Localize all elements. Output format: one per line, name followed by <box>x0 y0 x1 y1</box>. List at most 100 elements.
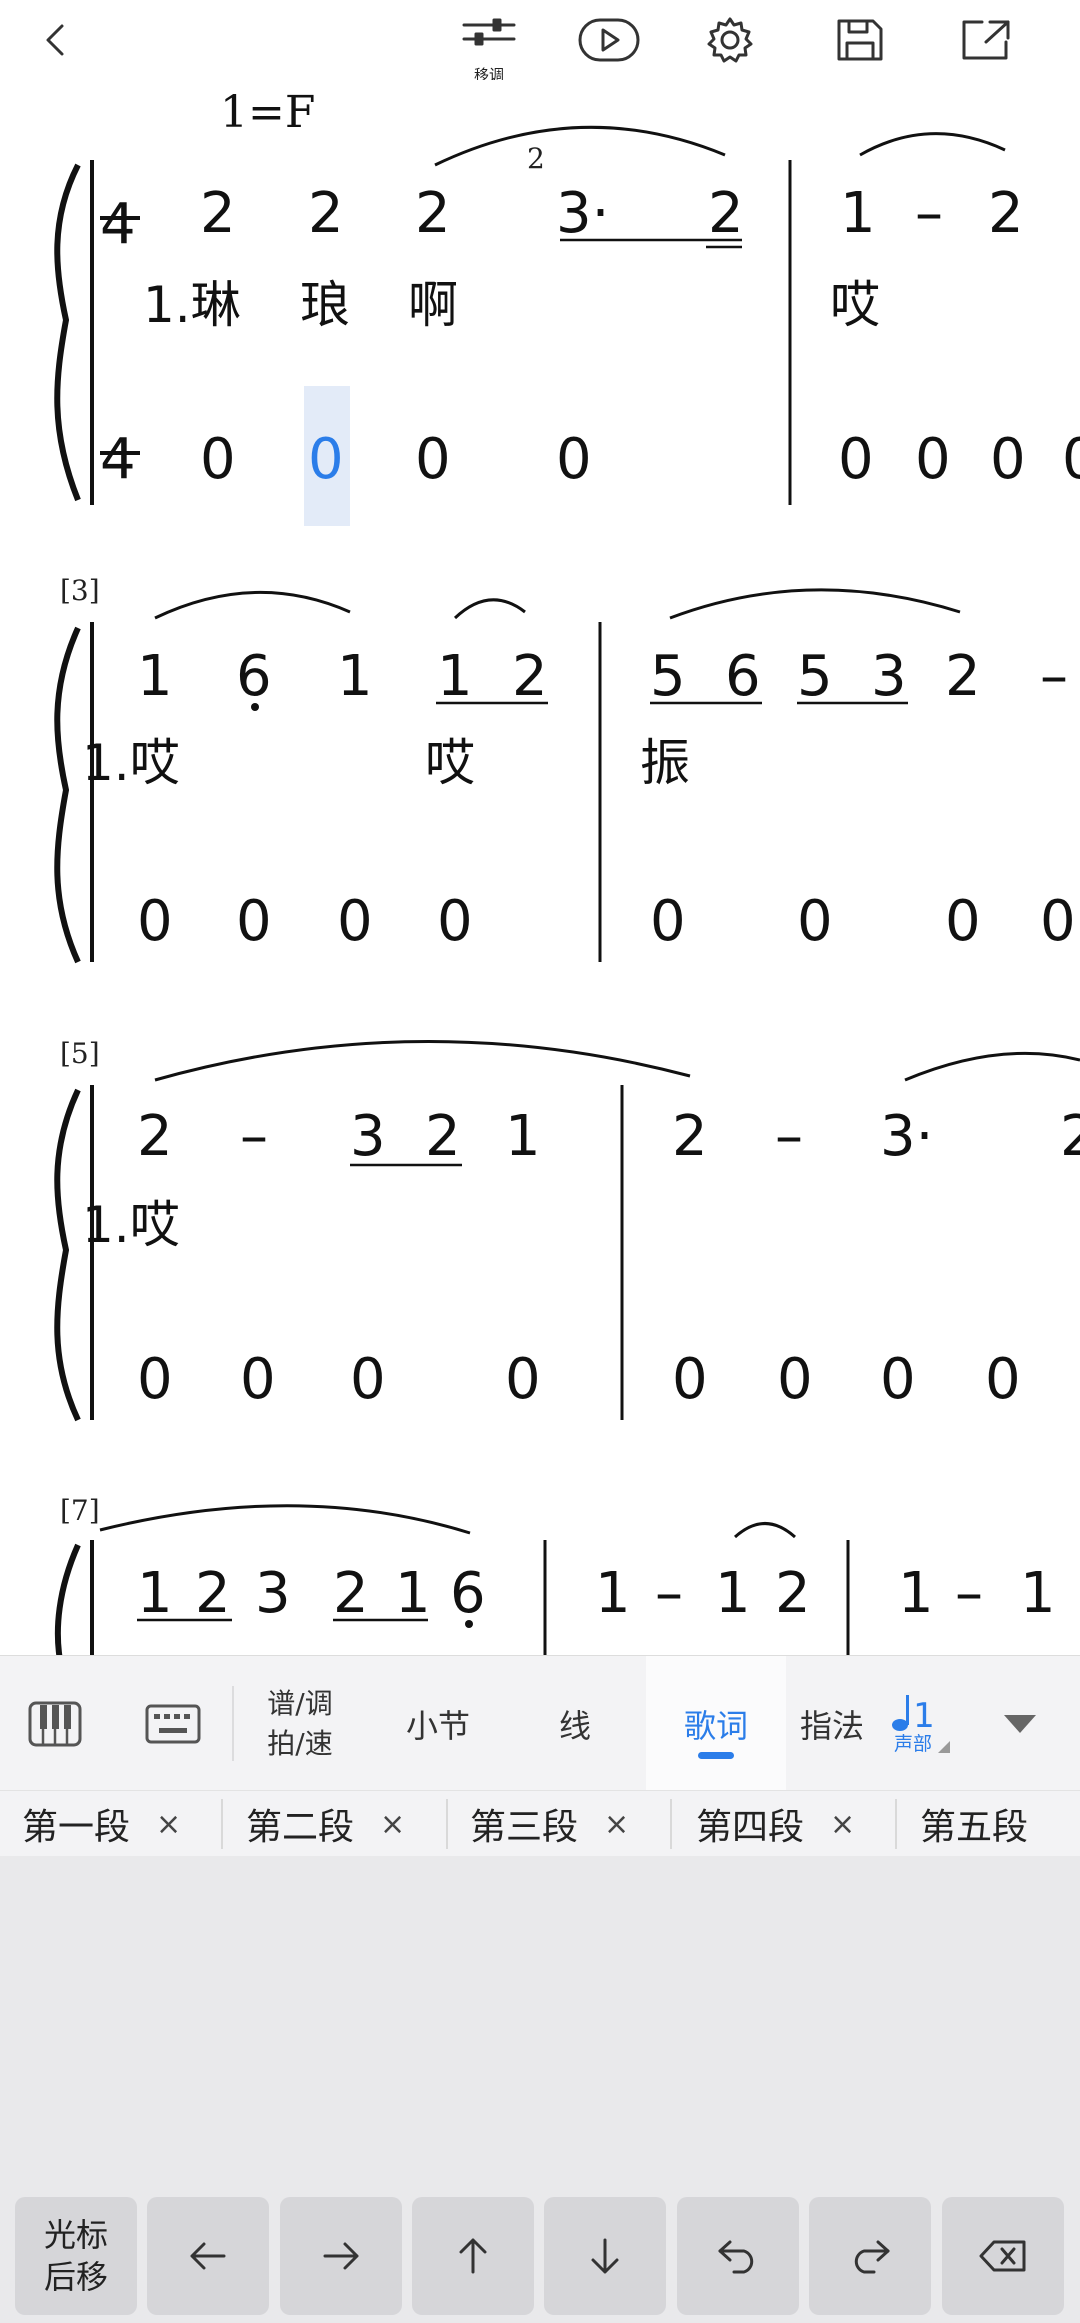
move-right-button[interactable] <box>280 2197 402 2315</box>
verse-tab-2[interactable]: 第二段 × <box>246 1791 405 1857</box>
lyric[interactable]: 1.琳 <box>143 276 241 334</box>
rest[interactable]: 0 <box>505 1347 541 1412</box>
note[interactable]: – <box>955 1561 983 1626</box>
move-down-button[interactable] <box>544 2197 666 2315</box>
score-canvas[interactable]: 1=F 4 4 2 2 2 2 3· 2 1 – 2 1.琳 琅 啊 哎 0 0… <box>0 80 1080 1655</box>
rest[interactable]: 0 <box>1062 427 1080 492</box>
close-icon[interactable]: × <box>380 1807 405 1842</box>
note[interactable]: 1 <box>337 644 373 709</box>
rest[interactable]: 0 <box>415 427 451 492</box>
note[interactable]: 1 <box>505 1104 541 1169</box>
note[interactable]: 1 <box>1020 1561 1056 1626</box>
settings-button[interactable] <box>700 14 760 66</box>
note[interactable]: 2 <box>425 1104 461 1169</box>
note[interactable]: 2 <box>775 1561 811 1626</box>
transpose-button[interactable]: 移调 <box>452 14 526 84</box>
play-button[interactable] <box>576 14 642 66</box>
close-icon[interactable]: × <box>830 1807 855 1842</box>
lyric[interactable]: 1.哎 <box>82 1196 180 1254</box>
rest[interactable]: 0 <box>672 1347 708 1412</box>
rest[interactable]: 0 <box>1040 889 1076 954</box>
save-button[interactable] <box>830 14 890 66</box>
rest[interactable]: 0 <box>200 427 236 492</box>
note[interactable]: – <box>240 1104 268 1169</box>
rest[interactable]: 0 <box>236 889 272 954</box>
note[interactable]: 6 <box>450 1561 486 1626</box>
voice-selector[interactable]: 1 声部 <box>868 1656 958 1791</box>
rest[interactable]: 0 <box>350 1347 386 1412</box>
note[interactable]: 6 <box>236 644 272 709</box>
piano-keyboard-button[interactable] <box>0 1656 110 1791</box>
note[interactable]: 1 <box>137 644 173 709</box>
delete-button[interactable] <box>942 2197 1064 2315</box>
tab-fingering[interactable]: 指法 <box>800 1656 868 1791</box>
tab-score-key[interactable]: 谱/调 拍/速 <box>240 1656 360 1791</box>
note[interactable]: 2 <box>137 1104 173 1169</box>
lyric[interactable]: 琅 <box>300 276 350 334</box>
note[interactable]: 1 <box>840 181 876 246</box>
cursor-back-button[interactable]: 光标 后移 <box>15 2197 137 2315</box>
verse-tab-3[interactable]: 第三段 × <box>470 1791 629 1857</box>
note[interactable]: 3· <box>556 181 609 246</box>
note[interactable]: 1 <box>395 1561 431 1626</box>
note[interactable]: 2 <box>672 1104 708 1169</box>
note[interactable]: 3· <box>880 1104 933 1169</box>
rest[interactable]: 0 <box>137 889 173 954</box>
rest[interactable]: 0 <box>650 889 686 954</box>
verse-tab-1[interactable]: 第一段 × <box>22 1791 181 1857</box>
note[interactable]: 1 <box>437 644 473 709</box>
rest[interactable]: 0 <box>945 889 981 954</box>
rest[interactable]: 0 <box>797 889 833 954</box>
note[interactable]: 6 <box>725 644 761 709</box>
lyric[interactable]: 振 <box>640 734 690 792</box>
tab-measure[interactable]: 小节 <box>378 1656 498 1791</box>
verse-tab-4[interactable]: 第四段 × <box>696 1791 855 1857</box>
note[interactable]: – <box>655 1561 683 1626</box>
note[interactable]: 1 <box>595 1561 631 1626</box>
note[interactable]: 2 <box>200 181 236 246</box>
collapse-toolbar-button[interactable] <box>970 1656 1070 1791</box>
lyric[interactable]: 哎 <box>830 276 880 334</box>
lyric[interactable]: 1.哎 <box>82 734 180 792</box>
move-left-button[interactable] <box>147 2197 269 2315</box>
note[interactable]: 1 <box>898 1561 934 1626</box>
note[interactable]: 2 <box>308 181 344 246</box>
rest[interactable]: 0 <box>337 889 373 954</box>
verse-tab-5[interactable]: 第五段 <box>920 1791 1028 1857</box>
note[interactable]: 2 <box>1060 1104 1080 1169</box>
text-keyboard-button[interactable] <box>118 1656 228 1791</box>
note[interactable]: 3 <box>350 1104 386 1169</box>
rest[interactable]: 0 <box>240 1347 276 1412</box>
note[interactable]: – <box>775 1104 803 1169</box>
close-icon[interactable]: × <box>156 1807 181 1842</box>
note[interactable]: 2 <box>945 644 981 709</box>
note[interactable]: – <box>1040 644 1068 709</box>
export-button[interactable] <box>956 14 1016 66</box>
note[interactable]: – <box>915 181 943 246</box>
back-button[interactable] <box>26 14 86 66</box>
note[interactable]: 2 <box>333 1561 369 1626</box>
rest[interactable]: 0 <box>985 1347 1021 1412</box>
undo-button[interactable] <box>677 2197 799 2315</box>
note[interactable]: 2 <box>988 181 1024 246</box>
note[interactable]: 5 <box>797 644 833 709</box>
note[interactable]: 3 <box>871 644 907 709</box>
tab-lyrics[interactable]: 歌词 <box>646 1656 786 1791</box>
note[interactable]: 1 <box>715 1561 751 1626</box>
note[interactable]: 1 <box>137 1561 173 1626</box>
note[interactable]: 2 <box>415 181 451 246</box>
tab-line[interactable]: 线 <box>520 1656 630 1791</box>
rest[interactable]: 0 <box>777 1347 813 1412</box>
rest[interactable]: 0 <box>137 1347 173 1412</box>
rest[interactable]: 0 <box>880 1347 916 1412</box>
rest[interactable]: 0 <box>915 427 951 492</box>
lyric[interactable]: 哎 <box>425 734 475 792</box>
redo-button[interactable] <box>809 2197 931 2315</box>
rest[interactable]: 0 <box>437 889 473 954</box>
note[interactable]: 2 <box>512 644 548 709</box>
note[interactable]: 3 <box>255 1561 291 1626</box>
rest[interactable]: 0 <box>556 427 592 492</box>
lyric[interactable]: 啊 <box>408 276 458 334</box>
note[interactable]: 5 <box>650 644 686 709</box>
note[interactable]: 2 <box>195 1561 231 1626</box>
